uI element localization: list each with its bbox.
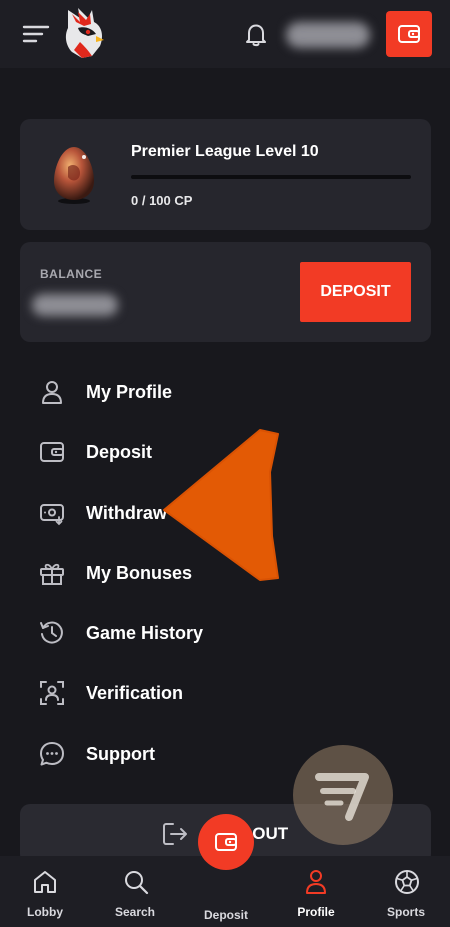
menu-label: My Profile xyxy=(86,381,173,402)
wallet-icon xyxy=(40,442,64,462)
user-icon xyxy=(306,870,326,894)
nav-label: Deposit xyxy=(203,908,248,922)
chat-icon xyxy=(40,742,64,766)
nav-label: Lobby xyxy=(27,905,63,919)
level-progress-bar xyxy=(131,175,411,179)
menu-label: Support xyxy=(86,743,155,764)
menu-item-verification[interactable]: Verification xyxy=(38,673,408,713)
level-title: Premier League Level 10 xyxy=(131,143,319,160)
nav-label: Profile xyxy=(297,905,335,919)
level-card: Premier League Level 10 0 / 100 CP xyxy=(20,119,431,230)
watermark-logo xyxy=(293,745,393,845)
nav-label: Search xyxy=(114,905,156,919)
balance-card: BALANCE DEPOSIT xyxy=(20,242,431,342)
level-progress-text: 0 / 100 CP xyxy=(131,193,193,208)
blurred-username xyxy=(286,22,370,48)
menu-label: Deposit xyxy=(86,441,153,462)
search-icon xyxy=(125,871,149,895)
withdraw-icon xyxy=(40,504,64,526)
bell-icon[interactable] xyxy=(242,20,270,48)
level-egg-badge-icon xyxy=(50,143,98,205)
rooster-logo-icon[interactable] xyxy=(58,6,108,60)
soccer-ball-icon xyxy=(395,870,419,894)
menu-item-game-history[interactable]: Game History xyxy=(38,613,408,653)
orange-arrow-annotation xyxy=(163,429,279,581)
blurred-balance-amount xyxy=(32,294,118,316)
deposit-button[interactable]: DEPOSIT xyxy=(300,262,411,322)
wallet-icon xyxy=(215,833,237,851)
sign-out-icon xyxy=(163,823,187,845)
menu-label: Withdraw xyxy=(86,502,167,523)
history-icon xyxy=(40,621,63,644)
hamburger-icon[interactable] xyxy=(22,22,50,46)
menu-label: Game History xyxy=(86,622,204,643)
menu-label: Verification xyxy=(86,682,184,703)
menu-item-my-profile[interactable]: My Profile xyxy=(38,372,408,412)
wallet-icon xyxy=(398,25,420,43)
verification-icon xyxy=(40,681,64,705)
nav-search[interactable]: Search xyxy=(100,856,170,927)
top-bar xyxy=(0,0,450,68)
nav-lobby[interactable]: Lobby xyxy=(10,856,80,927)
balance-label: BALANCE xyxy=(40,267,103,281)
nav-profile[interactable]: Profile xyxy=(281,856,351,927)
home-icon xyxy=(34,871,56,893)
nav-sports[interactable]: Sports xyxy=(371,856,441,927)
user-icon xyxy=(42,381,62,404)
nav-label: Sports xyxy=(386,905,425,919)
wallet-button[interactable] xyxy=(386,11,432,57)
nav-deposit-fab[interactable] xyxy=(198,814,254,870)
gift-icon xyxy=(40,563,64,585)
